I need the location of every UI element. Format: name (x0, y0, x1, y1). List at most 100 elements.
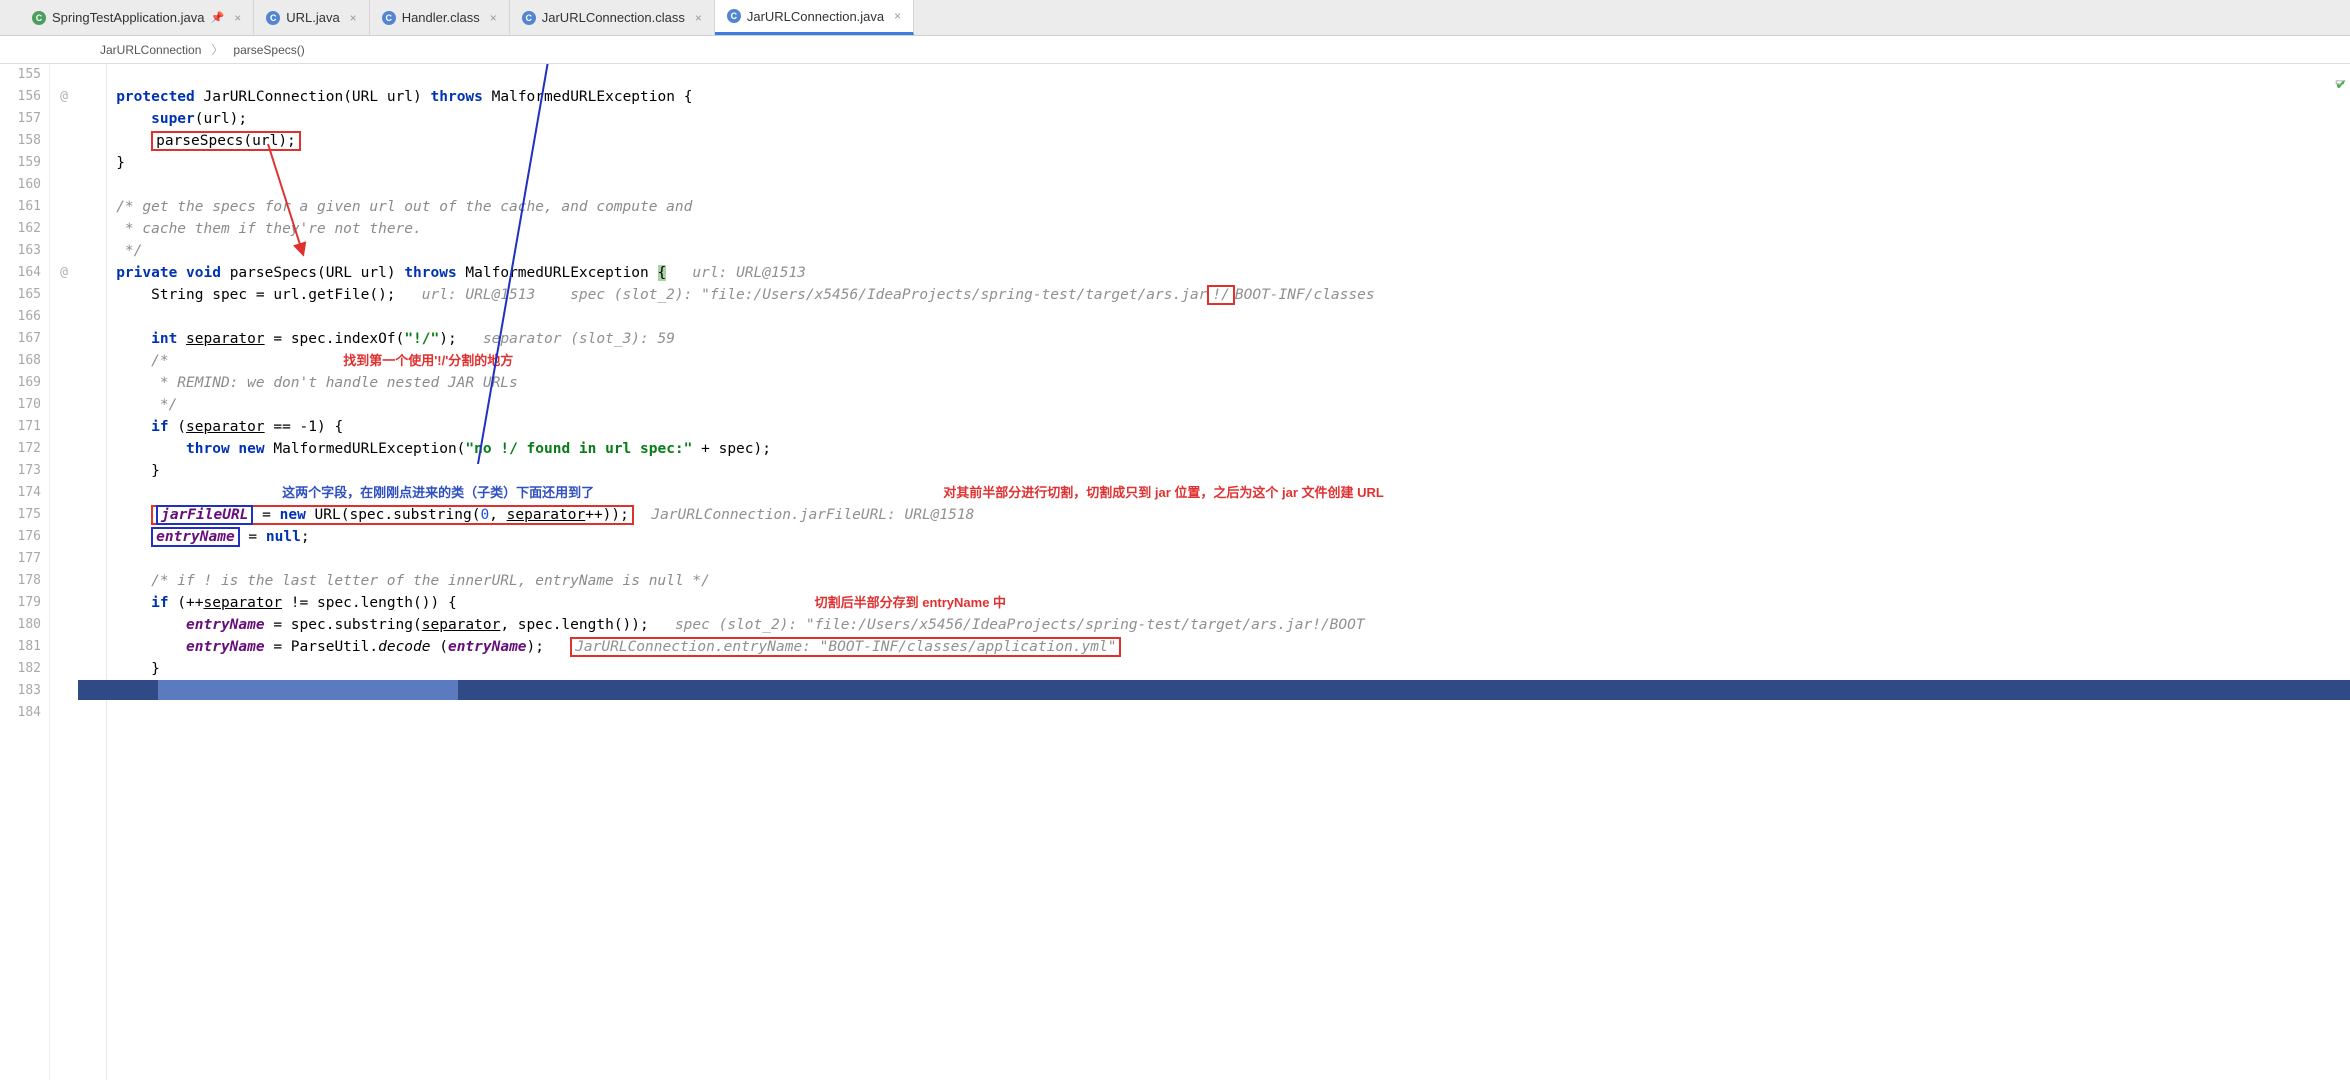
line-number[interactable]: 158 (0, 130, 41, 152)
gutter-mark[interactable] (50, 592, 78, 614)
code-line: 这两个字段，在刚刚点进来的类（子类）下面还用到了 对其前半部分进行切割，切割成只… (90, 482, 2350, 504)
code-line: entryName = ParseUtil.decode (entryName)… (90, 636, 2350, 658)
gutter-mark[interactable] (50, 108, 78, 130)
code-line: jarFileURL = new URL(spec.substring(0, s… (90, 504, 2350, 526)
line-number[interactable]: 165 (0, 284, 41, 306)
gutter-icons: @@ (50, 64, 78, 1080)
line-number[interactable]: 178 (0, 570, 41, 592)
tab-label: Handler.class (402, 10, 480, 25)
gutter-mark[interactable] (50, 504, 78, 526)
gutter-mark[interactable] (50, 328, 78, 350)
code-area[interactable]: protected JarURLConnection(URL url) thro… (78, 64, 2350, 1080)
line-number[interactable]: 170 (0, 394, 41, 416)
line-number[interactable]: 184 (0, 702, 41, 724)
breadcrumb-method[interactable]: parseSpecs() (233, 43, 304, 57)
editor: 1551561571581591601611621631641651661671… (0, 64, 2350, 1080)
close-icon[interactable]: × (490, 11, 497, 25)
gutter-mark[interactable]: @ (50, 262, 78, 284)
gutter-mark[interactable] (50, 152, 78, 174)
gutter-mark[interactable] (50, 636, 78, 658)
gutter-mark[interactable] (50, 680, 78, 702)
code-line: parseSpecs(url); (90, 130, 2350, 152)
tab-1[interactable]: CURL.java× (254, 0, 369, 35)
highlight-entryName-value: JarURLConnection.entryName: "BOOT-INF/cl… (570, 637, 1121, 657)
gutter-mark[interactable] (50, 240, 78, 262)
gutter-mark[interactable] (50, 438, 78, 460)
line-number[interactable]: 177 (0, 548, 41, 570)
gutter-mark[interactable] (50, 460, 78, 482)
gutter-mark[interactable] (50, 284, 78, 306)
gutter-mark[interactable] (50, 702, 78, 724)
highlight-jarFileURL: jarFileURL (156, 505, 253, 525)
gutter-mark[interactable] (50, 306, 78, 328)
line-number[interactable]: 160 (0, 174, 41, 196)
line-number[interactable]: 169 (0, 372, 41, 394)
close-icon[interactable]: × (350, 11, 357, 25)
tab-0[interactable]: CSpringTestApplication.java📌× (20, 0, 254, 35)
line-number[interactable]: 164 (0, 262, 41, 284)
code-line: * REMIND: we don't handle nested JAR URL… (90, 372, 2350, 394)
code-line (90, 64, 2350, 86)
tab-label: JarURLConnection.java (747, 9, 884, 24)
line-number[interactable]: 173 (0, 460, 41, 482)
right-gutter: ▭ ✔ (2330, 64, 2350, 90)
tab-3[interactable]: CJarURLConnection.class× (510, 0, 715, 35)
line-number[interactable]: 157 (0, 108, 41, 130)
code-line: */ (90, 240, 2350, 262)
annotation-1: 找到第一个使用'!/'分割的地方 (343, 353, 513, 368)
gutter-mark[interactable] (50, 350, 78, 372)
gutter-mark[interactable] (50, 526, 78, 548)
code-line: } (90, 460, 2350, 482)
tab-2[interactable]: C Handler.class × (370, 0, 510, 35)
gutter-mark[interactable] (50, 548, 78, 570)
line-number[interactable]: 171 (0, 416, 41, 438)
code-line: protected JarURLConnection(URL url) thro… (90, 86, 2350, 108)
line-number[interactable]: 155 (0, 64, 41, 86)
breadcrumb-class[interactable]: JarURLConnection (100, 43, 201, 57)
gutter-mark[interactable] (50, 394, 78, 416)
line-number[interactable]: 183 (0, 680, 41, 702)
line-number[interactable]: 162 (0, 218, 41, 240)
gutter-mark[interactable] (50, 218, 78, 240)
gutter-mark[interactable] (50, 130, 78, 152)
gutter-mark[interactable] (50, 174, 78, 196)
line-number[interactable]: 166 (0, 306, 41, 328)
line-number[interactable]: 168 (0, 350, 41, 372)
code-line: /* get the specs for a given url out of … (90, 196, 2350, 218)
line-number[interactable]: 182 (0, 658, 41, 680)
line-number[interactable]: 161 (0, 196, 41, 218)
gutter-mark[interactable] (50, 196, 78, 218)
line-number[interactable]: 179 (0, 592, 41, 614)
line-number[interactable]: 172 (0, 438, 41, 460)
editor-tabs: CSpringTestApplication.java📌×CURL.java×C… (0, 0, 2350, 36)
line-number[interactable]: 159 (0, 152, 41, 174)
line-number[interactable]: 174 (0, 482, 41, 504)
line-number[interactable]: 181 (0, 636, 41, 658)
code-line: } (90, 152, 2350, 174)
tab-4[interactable]: CJarURLConnection.java× (715, 0, 914, 35)
line-number[interactable]: 167 (0, 328, 41, 350)
code-line: /* 找到第一个使用'!/'分割的地方 (90, 350, 2350, 372)
line-number[interactable]: 176 (0, 526, 41, 548)
gutter-mark[interactable] (50, 614, 78, 636)
breadcrumb: JarURLConnection 〉 parseSpecs() (0, 36, 2350, 64)
gutter-mark[interactable] (50, 416, 78, 438)
gutter-mark[interactable] (50, 372, 78, 394)
file-icon: C (382, 11, 396, 25)
inspection-ok-icon[interactable]: ✔ (2336, 74, 2346, 93)
gutter-mark[interactable]: @ (50, 86, 78, 108)
line-number[interactable]: 163 (0, 240, 41, 262)
gutter-mark[interactable] (50, 482, 78, 504)
gutter-mark[interactable] (50, 570, 78, 592)
close-icon[interactable]: × (695, 11, 702, 25)
line-number[interactable]: 180 (0, 614, 41, 636)
pin-icon[interactable]: 📌 (210, 11, 224, 24)
close-icon[interactable]: × (234, 11, 241, 25)
code-line: } (90, 658, 2350, 680)
gutter-mark[interactable] (50, 64, 78, 86)
gutter-mark[interactable] (50, 658, 78, 680)
line-number[interactable]: 175 (0, 504, 41, 526)
code-line: */ (90, 394, 2350, 416)
line-number[interactable]: 156 (0, 86, 41, 108)
close-icon[interactable]: × (894, 9, 901, 23)
